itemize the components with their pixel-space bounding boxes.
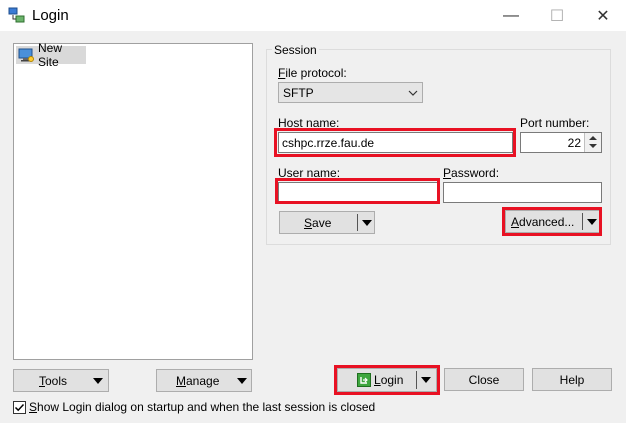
tools-button-label: Tools [39,373,68,388]
tools-button[interactable]: Tools [13,369,109,392]
maximize-button[interactable]: ☐ [534,0,580,31]
manage-dropdown-arrow-icon [237,378,247,384]
manage-button[interactable]: Manage [156,369,252,392]
password-input[interactable] [443,182,602,203]
file-protocol-select[interactable]: SFTP [278,82,423,103]
password-label: Password: [443,166,500,180]
spin-up-icon[interactable] [589,136,597,140]
session-group-label: Session [272,43,319,57]
manage-button-label: Manage [176,373,220,388]
close-window-button[interactable]: ✕ [580,0,626,31]
login-highlight [334,365,440,395]
chevron-down-icon [408,87,418,97]
advanced-highlight [502,207,602,236]
help-button[interactable]: Help [532,368,612,391]
file-protocol-value: SFTP [283,85,314,100]
port-spinner[interactable] [584,133,601,152]
user-name-highlight [275,178,440,204]
winscp-app-icon [8,7,26,25]
save-button-label: Save [304,215,332,230]
startup-checkbox[interactable] [13,401,26,414]
minimize-button[interactable]: — [488,0,534,31]
port-number-value: 22 [567,135,581,150]
site-tree[interactable]: New Site [13,41,253,360]
site-item-label: New Site [38,41,63,69]
window-title: Login [32,7,69,24]
close-button[interactable]: Close [444,368,524,391]
save-button[interactable]: Save [279,211,375,234]
tools-dropdown-arrow-icon [93,378,103,384]
site-item-new-site[interactable]: New Site [16,41,86,69]
port-number-label: Port number: [520,116,590,130]
startup-checkbox-label[interactable]: Show Login dialog on startup and when th… [29,400,375,414]
spin-down-icon[interactable] [589,144,597,148]
save-dropdown-arrow-icon[interactable] [362,220,372,226]
checkmark-icon [14,403,25,412]
file-protocol-label: File protocol: [278,66,347,80]
computer-icon [18,48,34,62]
host-name-highlight [274,128,516,157]
